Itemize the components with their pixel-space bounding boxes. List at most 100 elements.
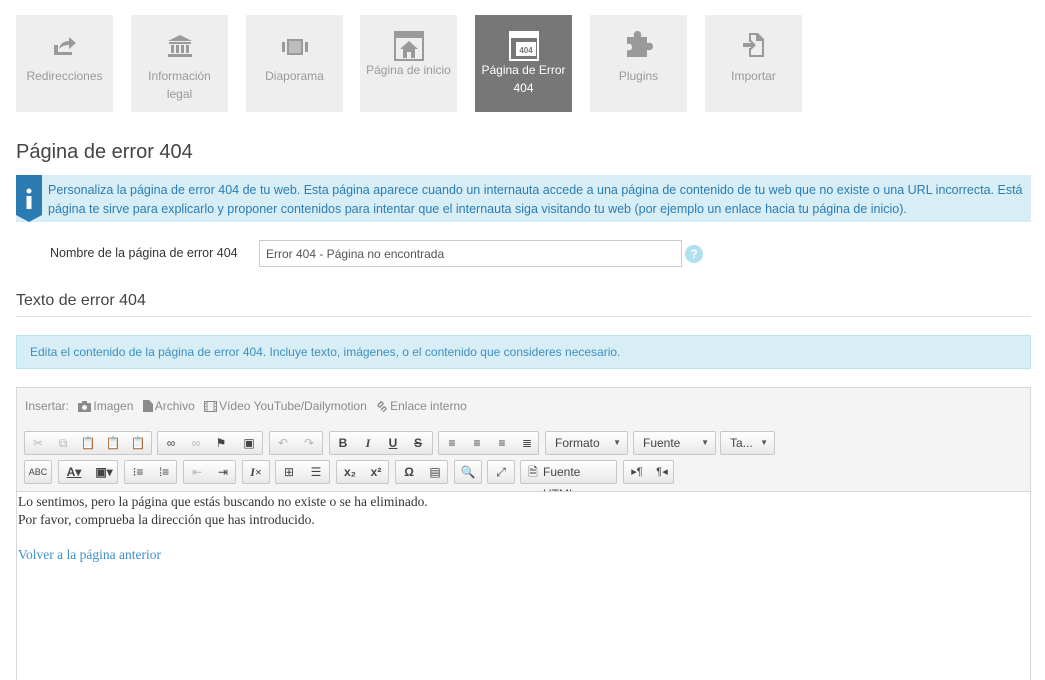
- basic-style-group: B I U S: [329, 431, 433, 455]
- tile-importar[interactable]: Importar: [705, 15, 802, 112]
- link-icon: [377, 401, 387, 413]
- rtl-button[interactable]: ¶◂: [649, 461, 675, 483]
- superscript-button[interactable]: x²: [363, 461, 389, 483]
- spellcheck-icon[interactable]: ABC: [25, 461, 51, 483]
- error-page-name-input[interactable]: [259, 240, 682, 267]
- info-text: Personaliza la página de error 404 de tu…: [48, 183, 1023, 216]
- align-center-icon[interactable]: ≡: [464, 432, 490, 454]
- tile-plugins[interactable]: Plugins: [590, 15, 687, 112]
- color-group: A▾ ▣▾: [58, 460, 118, 484]
- size-select[interactable]: Ta... ▼: [720, 431, 775, 455]
- indent-group: ⇤ ⇥: [183, 460, 236, 484]
- insert-video-button[interactable]: Vídeo YouTube/Dailymotion: [204, 399, 367, 413]
- redo-icon[interactable]: ↷: [296, 432, 322, 454]
- film-icon: [204, 401, 218, 412]
- clear-format-group: I×: [242, 460, 270, 484]
- font-select[interactable]: Fuente ▼: [633, 431, 716, 455]
- copy-icon[interactable]: ⧉: [50, 432, 76, 454]
- tile-pagina-de-inicio[interactable]: Página de inicio: [360, 15, 457, 112]
- unlink-icon[interactable]: ∞: [183, 432, 209, 454]
- ltr-button[interactable]: ▸¶: [624, 461, 650, 483]
- align-left-icon[interactable]: ≡: [439, 432, 465, 454]
- maximize-group: ⤢: [487, 460, 515, 484]
- table-icon[interactable]: ⊞: [276, 461, 302, 483]
- tile-label: Página de inicio: [366, 63, 451, 77]
- share-icon: [16, 15, 113, 55]
- subscript-button[interactable]: x₂: [337, 461, 363, 483]
- undo-group: ↶ ↷: [269, 431, 323, 455]
- size-label: Ta...: [730, 436, 753, 450]
- error-404-icon: 404: [475, 15, 572, 61]
- error-page-name-label: Nombre de la página de error 404: [50, 246, 238, 260]
- link-icon[interactable]: ∞: [158, 432, 184, 454]
- special-group: Ω ▤: [395, 460, 448, 484]
- help-icon[interactable]: ?: [685, 245, 703, 263]
- tile-label: Página de Error 404: [481, 63, 566, 95]
- hint-text: Edita el contenido de la página de error…: [30, 345, 621, 359]
- insert-image-label: Imagen: [93, 399, 134, 413]
- clear-format-icon[interactable]: I×: [243, 461, 269, 483]
- insert-internal-link-label: Enlace interno: [390, 399, 467, 413]
- page-title: Página de error 404: [16, 141, 193, 163]
- paste-word-icon[interactable]: 📋: [125, 432, 151, 454]
- hint-box: Edita el contenido de la página de error…: [16, 335, 1031, 369]
- image-icon[interactable]: ▣: [236, 432, 262, 454]
- horizontal-rule-icon[interactable]: ☰: [303, 461, 329, 483]
- tile-pagina-de-error-404[interactable]: 404 Página de Error 404: [475, 15, 572, 112]
- import-icon: [705, 15, 802, 57]
- preview-icon[interactable]: 🔍: [455, 461, 481, 483]
- align-justify-icon[interactable]: ≣: [514, 432, 540, 454]
- camera-icon: [78, 401, 92, 412]
- table-group: ⊞ ☰: [275, 460, 330, 484]
- text-color-icon[interactable]: A▾: [59, 461, 89, 483]
- strike-button[interactable]: S: [405, 432, 431, 454]
- insert-label: Insertar:: [25, 399, 70, 413]
- undo-icon[interactable]: ↶: [270, 432, 296, 454]
- bullet-list-icon[interactable]: ⁝≡: [125, 461, 151, 483]
- clipboard-group: ✂ ⧉ 📋 📋 📋: [24, 431, 152, 455]
- svg-text:404: 404: [519, 46, 533, 55]
- align-group: ≡ ≡ ≡ ≣: [438, 431, 539, 455]
- editor-content[interactable]: Lo sentimos, pero la página que estás bu…: [17, 491, 1030, 680]
- chevron-down-icon: ▼: [613, 438, 621, 447]
- tile-label: Información legal: [148, 69, 211, 101]
- tile-label: Importar: [731, 69, 776, 83]
- paste-text-icon[interactable]: 📋: [100, 432, 126, 454]
- tile-label: Diaporama: [265, 69, 324, 83]
- anchor-flag-icon[interactable]: ⚑: [208, 432, 234, 454]
- cut-icon[interactable]: ✂: [25, 432, 51, 454]
- back-link[interactable]: Volver a la página anterior: [18, 547, 161, 562]
- paste-icon[interactable]: 📋: [75, 432, 101, 454]
- italic-button[interactable]: I: [355, 432, 381, 454]
- chevron-down-icon: ▼: [760, 438, 768, 447]
- format-select[interactable]: Formato ▼: [545, 431, 628, 455]
- insert-internal-link-button[interactable]: Enlace interno: [376, 399, 467, 413]
- outdent-icon[interactable]: ⇤: [184, 461, 210, 483]
- content-line-1: Lo sentimos, pero la página que estás bu…: [18, 494, 428, 509]
- rich-text-editor: Insertar: Imagen Archivo Vídeo YouTube/D…: [16, 387, 1031, 680]
- spellcheck-group: ABC: [24, 460, 52, 484]
- indent-icon[interactable]: ⇥: [210, 461, 236, 483]
- maximize-icon[interactable]: ⤢: [488, 461, 514, 483]
- special-char-button[interactable]: Ω: [396, 461, 422, 483]
- insert-file-button[interactable]: Archivo: [142, 399, 195, 413]
- source-group[interactable]: 🗎 Fuente HTML: [520, 460, 617, 501]
- direction-group: ▸¶ ¶◂: [623, 460, 674, 484]
- background-color-icon[interactable]: ▣▾: [89, 461, 119, 483]
- numbered-list-icon[interactable]: ⁞≡: [151, 461, 177, 483]
- tile-diaporama[interactable]: Diaporama: [246, 15, 343, 112]
- insert-image-button[interactable]: Imagen: [78, 399, 133, 413]
- source-icon: 🗎: [528, 465, 538, 479]
- insert-block-icon[interactable]: ▤: [422, 461, 448, 483]
- align-right-icon[interactable]: ≡: [489, 432, 515, 454]
- puzzle-icon: [590, 15, 687, 57]
- tile-redirecciones[interactable]: Redirecciones: [16, 15, 113, 112]
- underline-button[interactable]: U: [380, 432, 406, 454]
- insert-bar: Insertar: Imagen Archivo Vídeo YouTube/D…: [25, 399, 467, 413]
- tile-informacion-legal[interactable]: Información legal: [131, 15, 228, 112]
- bold-button[interactable]: B: [330, 432, 356, 454]
- list-group: ⁝≡ ⁞≡: [124, 460, 177, 484]
- insert-file-label: Archivo: [154, 399, 195, 413]
- tile-label: Redirecciones: [26, 69, 103, 83]
